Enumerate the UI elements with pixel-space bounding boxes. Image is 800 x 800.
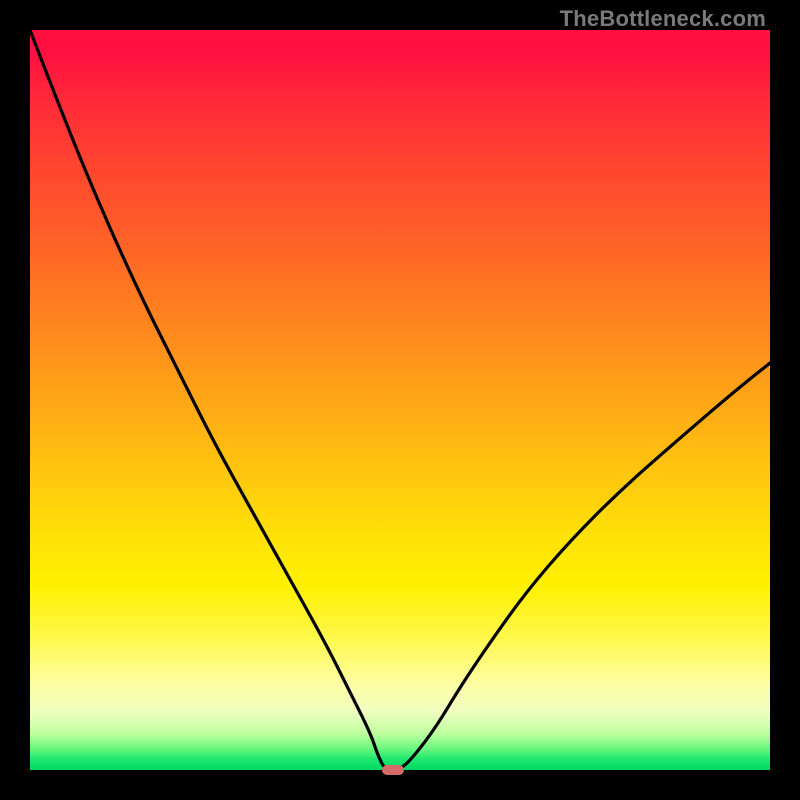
curve-svg [30, 30, 770, 770]
minimum-marker [382, 765, 404, 775]
bottleneck-curve [30, 30, 770, 770]
plot-area [30, 30, 770, 770]
chart-container: TheBottleneck.com [0, 0, 800, 800]
watermark-label: TheBottleneck.com [560, 6, 766, 32]
